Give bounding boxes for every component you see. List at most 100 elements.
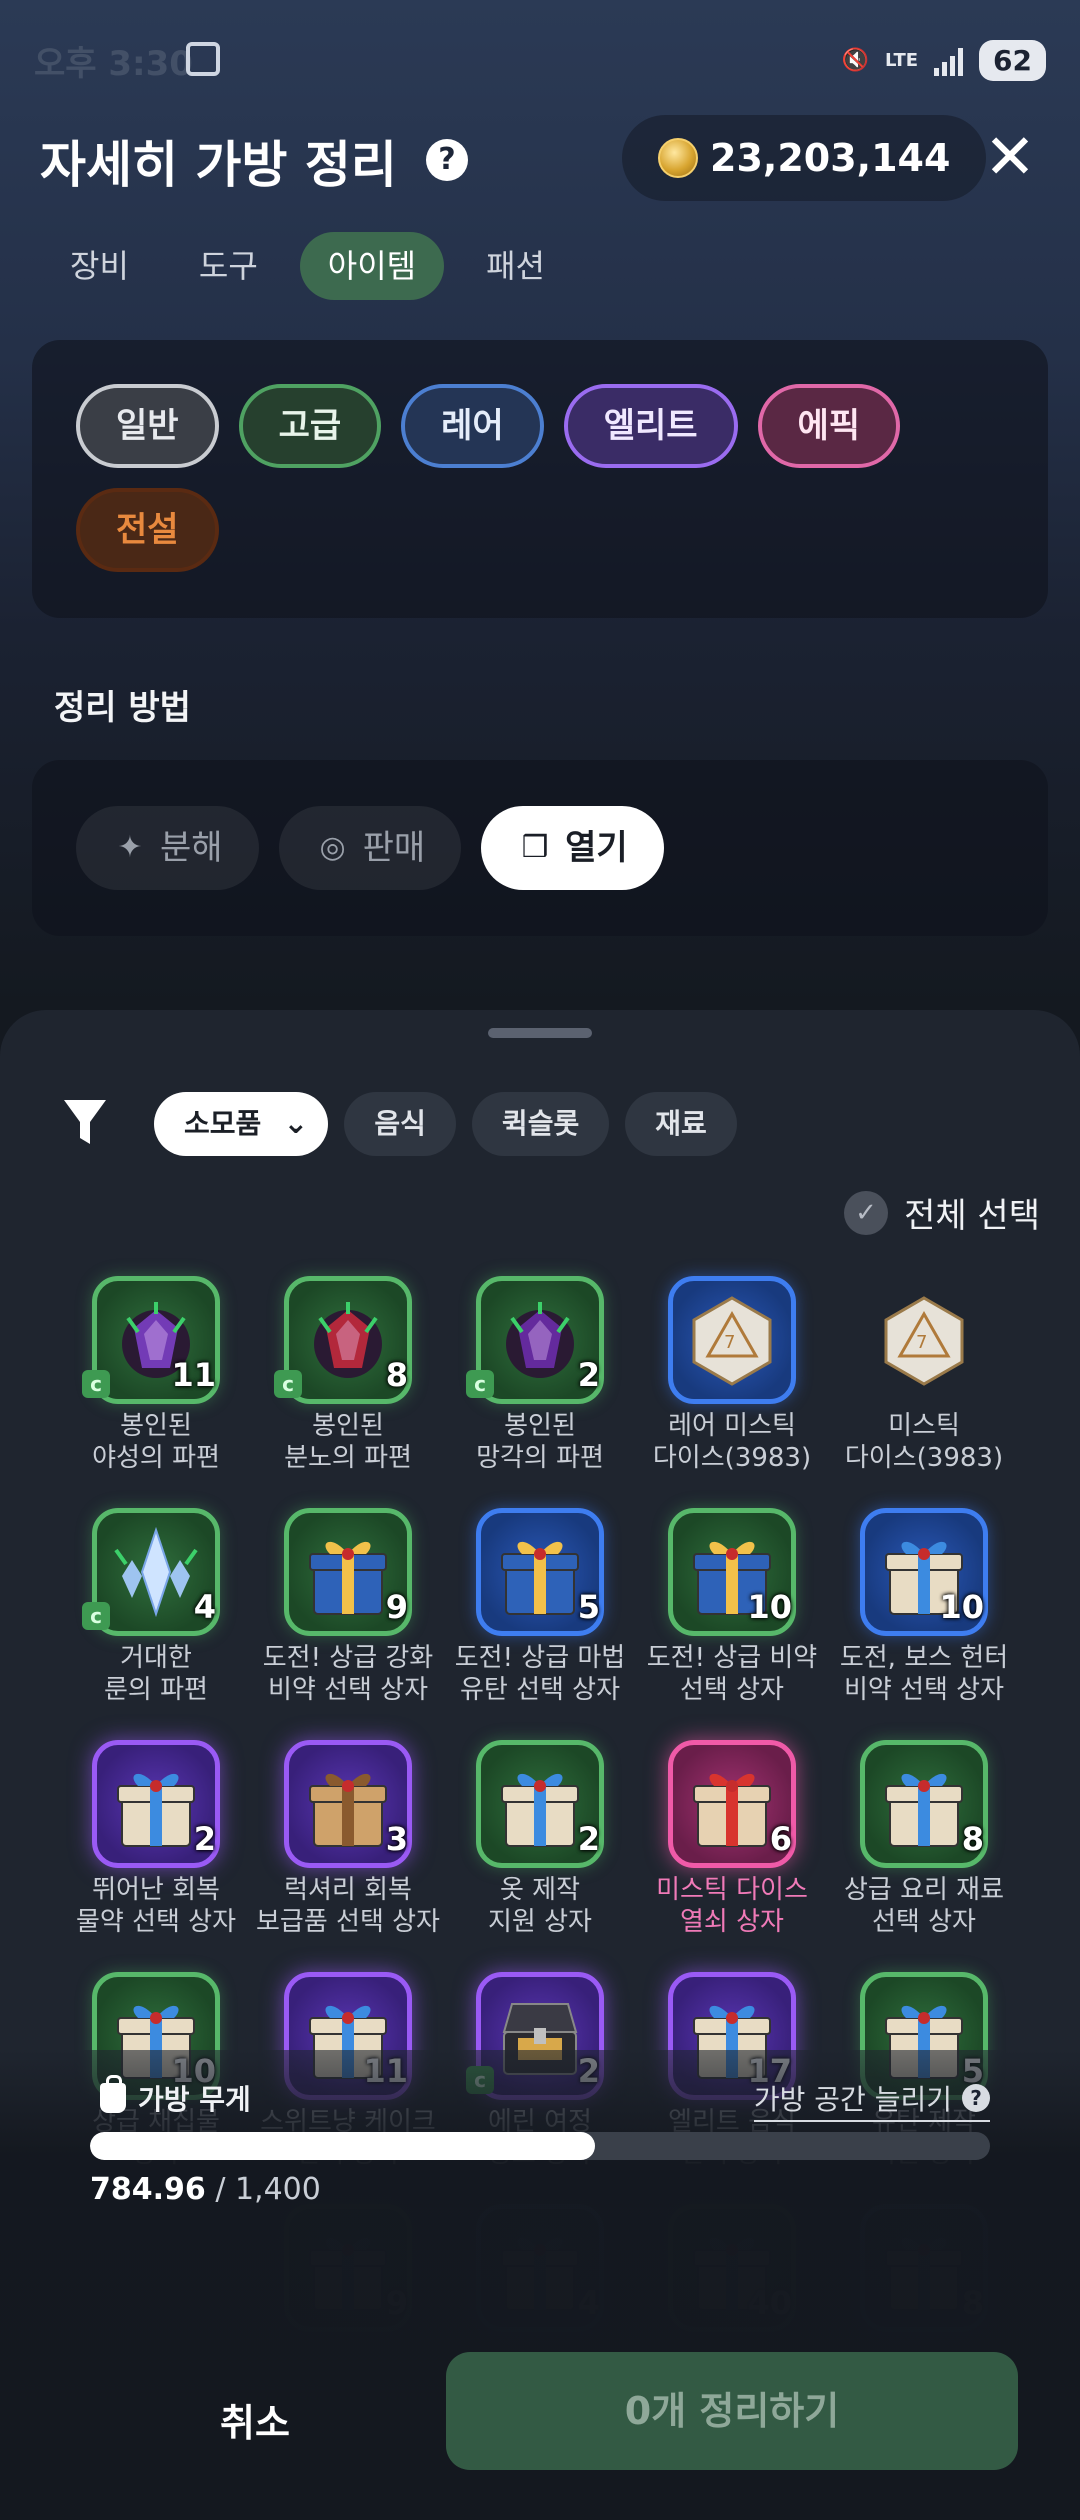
item-count: 9 xyxy=(385,1588,408,1626)
svg-text:7: 7 xyxy=(724,1332,735,1353)
signal-icon xyxy=(934,46,964,76)
item-count: 6 xyxy=(769,1820,792,1858)
inventory-item[interactable]: 8 상급 요리 재료 선택 상자 xyxy=(828,1740,1020,1950)
item-name: 미스틱 다이스(3983) xyxy=(844,1411,1004,1473)
dice-icon: 7 xyxy=(860,1276,988,1404)
bound-badge-icon: c xyxy=(274,1370,302,1398)
chip-materials[interactable]: 재료 xyxy=(625,1092,737,1156)
inventory-item[interactable]: 2 뛰어난 회복 물약 선택 상자 xyxy=(60,1740,252,1950)
inventory-item[interactable]: c 4 거대한 룬의 파편 xyxy=(60,1508,252,1718)
chip-food[interactable]: 음식 xyxy=(344,1092,456,1156)
item-name: 미스틱 다이스 열쇠 상자 xyxy=(656,1875,808,1937)
method-open-button[interactable]: ❒ 열기 xyxy=(481,806,664,890)
grade-filter-panel: 일반 고급 레어 엘리트 에픽 전설 xyxy=(32,340,1048,618)
box-open-icon: ❒ xyxy=(521,830,549,865)
item-name: 뛰어난 회복 물약 선택 상자 xyxy=(75,1875,237,1937)
inventory-item[interactable]: 6 미스틱 다이스 열쇠 상자 xyxy=(636,1740,828,1950)
item-count: 5 xyxy=(577,1588,600,1626)
inventory-item[interactable]: 10 도전, 보스 헌터 비약 선택 상자 xyxy=(828,1508,1020,1718)
screen-capture-icon xyxy=(186,42,220,76)
expand-bag-text: 가방 공간 늘리기 xyxy=(753,2083,952,2116)
inventory-item[interactable]: c 11 봉인된 야성의 파편 xyxy=(60,1276,252,1486)
weight-progress-bar xyxy=(90,2132,990,2160)
chip-quickslot[interactable]: 퀵슬롯 xyxy=(471,1092,610,1156)
inventory-item[interactable]: 9 도전! 상급 강화 비약 선택 상자 xyxy=(252,1508,444,1718)
bag-weight-label: 가방 무게 xyxy=(100,2075,251,2118)
item-count: 11 xyxy=(171,1356,216,1394)
grade-common-toggle[interactable]: 일반 xyxy=(76,384,219,468)
weight-progress-fill xyxy=(90,2132,595,2160)
weight-value: 784.96 / 1,400 xyxy=(90,2172,321,2207)
item-name: 도전! 상급 마법 유탄 선택 상자 xyxy=(454,1643,626,1705)
inventory-item[interactable]: 3 럭셔리 회복 보급품 선택 상자 xyxy=(252,1740,444,1950)
filter-funnel-icon[interactable] xyxy=(62,1098,108,1148)
item-name: 봉인된 분노의 파편 xyxy=(284,1411,412,1473)
item-name: 도전, 보스 헌터 비약 선택 상자 xyxy=(839,1643,1009,1705)
item-name: 옷 제작 지원 상자 xyxy=(488,1875,592,1937)
disassemble-icon: ✦ xyxy=(117,830,143,865)
bottom-bar: 가방 무게 가방 공간 늘리기 ? 784.96 / 1,400 취소 0개 정… xyxy=(0,2050,1080,2520)
bound-badge-icon: c xyxy=(466,1370,494,1398)
bag-icon xyxy=(100,2075,126,2113)
chip-label: 소모품 xyxy=(184,1107,262,1140)
check-icon: ✓ xyxy=(844,1190,889,1235)
inventory-item[interactable]: 2 옷 제작 지원 상자 xyxy=(444,1740,636,1950)
item-count: 4 xyxy=(193,1588,216,1626)
status-time: 오후 3:30 xyxy=(34,44,193,84)
inventory-item[interactable]: c 2 봉인된 망각의 파편 xyxy=(444,1276,636,1486)
grade-advanced-toggle[interactable]: 고급 xyxy=(238,384,382,468)
item-name: 상급 요리 재료 선택 상자 xyxy=(843,1875,1005,1937)
network-label: LTE xyxy=(884,49,919,71)
help-icon[interactable]: ? xyxy=(426,139,468,181)
weight-max: 1,400 xyxy=(234,2172,321,2207)
method-label: 열기 xyxy=(565,828,628,868)
item-name: 도전! 상급 강화 비약 선택 상자 xyxy=(262,1643,434,1705)
method-label: 판매 xyxy=(362,828,426,868)
gold-balance: 23,203,144 xyxy=(622,115,987,201)
organize-button[interactable]: 0개 정리하기 xyxy=(446,2352,1018,2470)
item-count: 2 xyxy=(193,1820,216,1858)
method-disassemble-button[interactable]: ✦ 분해 xyxy=(76,806,259,890)
item-name: 레어 미스틱 다이스(3983) xyxy=(652,1411,812,1473)
gold-amount: 23,203,144 xyxy=(710,136,951,180)
page-title: 자세히 가방 정리 xyxy=(40,136,397,194)
method-panel: ✦ 분해 ◎ 판매 ❒ 열기 xyxy=(32,760,1048,936)
item-count: 10 xyxy=(747,1588,792,1626)
inventory-item[interactable]: 7 레어 미스틱 다이스(3983) xyxy=(636,1276,828,1486)
item-name: 봉인된 망각의 파편 xyxy=(476,1411,604,1473)
gold-coin-icon xyxy=(658,138,698,178)
chip-consumables[interactable]: 소모품 ⌄ xyxy=(154,1092,329,1156)
method-label: 분해 xyxy=(160,828,223,868)
inventory-item[interactable]: c 8 봉인된 분노의 파편 xyxy=(252,1276,444,1486)
tab-fashion[interactable]: 패션 xyxy=(458,232,573,300)
help-icon[interactable]: ? xyxy=(962,2084,990,2112)
tab-equipment[interactable]: 장비 xyxy=(42,232,157,300)
select-all-toggle[interactable]: ✓ 전체 선택 xyxy=(844,1188,1040,1237)
grade-epic-toggle[interactable]: 에픽 xyxy=(757,384,901,468)
close-icon[interactable]: ✕ xyxy=(980,126,1040,189)
bag-weight-text: 가방 무게 xyxy=(138,2083,251,2116)
subfilter-chips: 소모품 ⌄ 음식 퀵슬롯 재료 xyxy=(154,1092,737,1156)
tab-tools[interactable]: 도구 xyxy=(171,232,286,300)
dice-icon: 7 xyxy=(668,1276,796,1404)
item-count: 8 xyxy=(961,1820,984,1858)
expand-bag-link[interactable]: 가방 공간 늘리기 ? xyxy=(753,2078,990,2122)
inventory-item[interactable]: 7 미스틱 다이스(3983) xyxy=(828,1276,1020,1486)
grade-rare-toggle[interactable]: 레어 xyxy=(401,384,544,468)
method-sell-button[interactable]: ◎ 판매 xyxy=(278,806,462,890)
inventory-item[interactable]: 10 도전! 상급 비약 선택 상자 xyxy=(636,1508,828,1718)
grade-elite-toggle[interactable]: 엘리트 xyxy=(563,384,738,468)
item-name: 럭셔리 회복 보급품 선택 상자 xyxy=(256,1875,440,1937)
item-name: 봉인된 야성의 파편 xyxy=(92,1411,220,1473)
grade-legendary-toggle[interactable]: 전설 xyxy=(76,488,219,572)
svg-text:7: 7 xyxy=(916,1332,927,1353)
tab-items[interactable]: 아이템 xyxy=(299,232,445,300)
inventory-item[interactable]: 5 도전! 상급 마법 유탄 선택 상자 xyxy=(444,1508,636,1718)
sheet-grabber[interactable] xyxy=(488,1028,592,1038)
bound-badge-icon: c xyxy=(82,1602,110,1630)
select-all-label: 전체 선택 xyxy=(904,1196,1040,1236)
method-section-title: 정리 방법 xyxy=(54,688,191,728)
coin-sell-icon: ◎ xyxy=(319,830,346,865)
cancel-button[interactable]: 취소 xyxy=(140,2380,370,2466)
item-count: 2 xyxy=(577,1820,600,1858)
